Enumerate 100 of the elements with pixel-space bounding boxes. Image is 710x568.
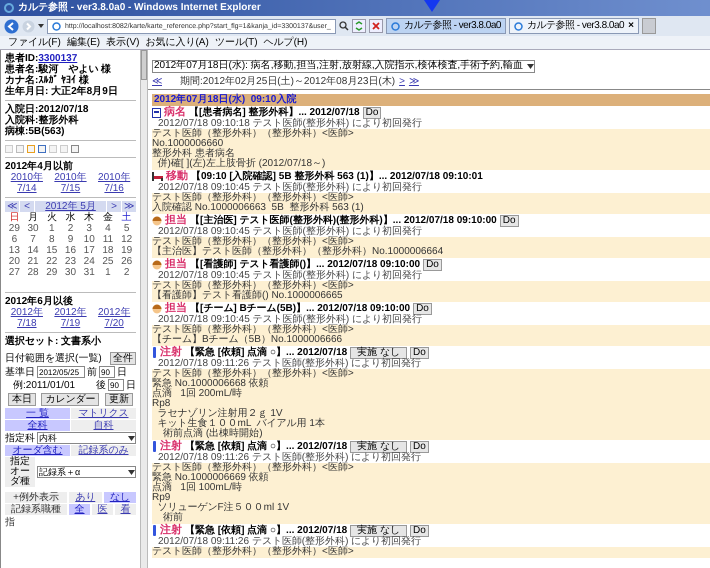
- date-link[interactable]: 2012年 7/18: [10, 307, 43, 329]
- menu-item[interactable]: ファイル(F): [8, 38, 61, 48]
- calendar-day[interactable]: 3: [80, 223, 99, 234]
- number-input[interactable]: 90: [108, 379, 124, 391]
- calendar-day[interactable]: 2: [61, 223, 80, 234]
- calendar-day[interactable]: 22: [42, 256, 62, 267]
- view-toggle[interactable]: 記録系のみ: [71, 445, 136, 456]
- calendar-day[interactable]: 17: [80, 245, 99, 256]
- period-nav[interactable]: ≫: [408, 76, 419, 88]
- calendar-day[interactable]: 30: [61, 267, 80, 278]
- calendar-day[interactable]: 30: [24, 223, 42, 234]
- calendar-day[interactable]: 19: [117, 245, 136, 256]
- calendar-day[interactable]: 25: [98, 256, 118, 267]
- entry-button[interactable]: Do: [362, 106, 382, 118]
- menu-item[interactable]: ヘルプ(H): [264, 38, 308, 48]
- calendar-day[interactable]: 27: [5, 267, 24, 278]
- calendar-day[interactable]: 18: [98, 245, 118, 256]
- calendar-day[interactable]: 13: [5, 245, 24, 256]
- view-toggle[interactable]: マトリクス: [71, 408, 136, 419]
- calendar-day[interactable]: 4: [98, 223, 118, 234]
- patient-id-link[interactable]: 3300137: [38, 53, 78, 64]
- view-toggle[interactable]: 全: [69, 504, 90, 515]
- period-nav[interactable]: ≪: [152, 76, 162, 88]
- view-toggle[interactable]: 全科: [5, 420, 70, 431]
- calendar-day[interactable]: 14: [24, 245, 42, 256]
- view-toggle[interactable]: 看: [115, 504, 136, 515]
- calendar-day[interactable]: 28: [24, 267, 42, 278]
- date-link[interactable]: 2010年 7/15: [54, 172, 87, 194]
- calendar-day[interactable]: 20: [5, 256, 24, 267]
- menu-item[interactable]: ツール(T): [214, 38, 258, 48]
- category-label: 注射: [160, 347, 182, 358]
- calendar-day[interactable]: 31: [80, 267, 99, 278]
- close-icon[interactable]: ×: [628, 21, 634, 31]
- entry-button[interactable]: 実施 なし: [350, 524, 407, 536]
- calendar-day[interactable]: 8: [42, 234, 62, 245]
- browser-tab[interactable]: カルテ参照 - ver3.8.0a0 ×: [508, 18, 639, 34]
- view-toggle[interactable]: オーダ含む: [5, 445, 70, 456]
- calendar-nav[interactable]: ≪: [5, 201, 19, 212]
- calendar-day[interactable]: 11: [98, 234, 118, 245]
- calendar-day[interactable]: 10: [80, 234, 99, 245]
- date-input[interactable]: 2012/05/25: [37, 366, 85, 378]
- calendar-day[interactable]: 26: [117, 256, 136, 267]
- calendar-day[interactable]: 6: [5, 234, 24, 245]
- calendar-day[interactable]: 29: [5, 223, 24, 234]
- menu-item[interactable]: 表示(V): [106, 38, 140, 48]
- entry-button[interactable]: Do: [413, 302, 432, 314]
- entry-button[interactable]: Do: [423, 258, 442, 270]
- order-type-select[interactable]: 記録系＋α: [37, 466, 136, 478]
- date-link[interactable]: 2010年 7/14: [10, 172, 43, 194]
- calendar-day[interactable]: 29: [42, 267, 62, 278]
- calendar-day[interactable]: 16: [61, 245, 80, 256]
- view-toggle[interactable]: あり: [69, 492, 102, 503]
- entry-button[interactable]: 実施 なし: [350, 346, 407, 358]
- calendar-day[interactable]: 23: [61, 256, 80, 267]
- date-link[interactable]: 2012年 7/20: [98, 307, 130, 329]
- entry-button[interactable]: Do: [410, 524, 429, 536]
- entry-button[interactable]: Do: [500, 214, 519, 226]
- calendar-day[interactable]: 12: [117, 234, 136, 245]
- view-toggle[interactable]: 医: [92, 504, 113, 515]
- view-toggle[interactable]: 一 覧: [5, 408, 70, 419]
- calendar-day[interactable]: 7: [24, 234, 42, 245]
- filter-select[interactable]: 2012年07月18日(水): 病名,移動,担当,注射,放射線,入院指示,検体検査,手術予約,輸血: [152, 60, 535, 72]
- menu-item[interactable]: お気に入り(A): [145, 38, 209, 48]
- entry-button[interactable]: 実施 なし: [350, 440, 407, 452]
- menu-item[interactable]: 編集(E): [66, 38, 100, 48]
- entry-button[interactable]: Do: [410, 440, 429, 452]
- entry-title: 【09:10 [入院確認] 5B 整形外科 563 (1)】... 2012/07/18 09:10:01: [191, 172, 483, 182]
- calendar-nav[interactable]: <: [20, 201, 34, 212]
- action-button[interactable]: 更新: [105, 393, 134, 406]
- all-button[interactable]: 全件: [110, 352, 136, 365]
- dropdown-caret-icon[interactable]: [38, 24, 44, 28]
- calendar-day[interactable]: 5: [117, 223, 136, 234]
- calendar-day[interactable]: 1: [42, 223, 62, 234]
- calendar-day[interactable]: 21: [24, 256, 42, 267]
- stop-icon[interactable]: [368, 19, 383, 33]
- department-select[interactable]: 内科: [37, 432, 136, 444]
- action-button[interactable]: 本日: [8, 393, 36, 406]
- scrollbar[interactable]: [140, 50, 148, 568]
- search-icon[interactable]: [338, 21, 349, 31]
- calendar-day[interactable]: 15: [42, 245, 62, 256]
- number-input[interactable]: 90: [99, 366, 115, 378]
- calendar-day[interactable]: 2: [117, 267, 136, 278]
- entry-line: 併)確[ ](左)左上肢骨折 (2012/07/18～): [156, 159, 326, 169]
- date-link[interactable]: 2012年 7/19: [54, 307, 87, 329]
- new-tab-button[interactable]: [642, 18, 656, 34]
- calendar-month[interactable]: 2012年 5月: [35, 201, 106, 212]
- date-link[interactable]: 2010年 7/16: [98, 172, 130, 194]
- action-button[interactable]: カレンダー: [41, 393, 100, 406]
- calendar-nav[interactable]: >: [107, 201, 121, 212]
- browser-tab[interactable]: カルテ参照 - ver3.8.0a0: [386, 18, 506, 34]
- period-nav[interactable]: >: [399, 76, 405, 88]
- view-toggle[interactable]: 自科: [71, 420, 136, 431]
- calendar-day[interactable]: 24: [80, 256, 99, 267]
- entry-button[interactable]: Do: [410, 346, 429, 358]
- calendar-day[interactable]: 9: [61, 234, 80, 245]
- view-toggle[interactable]: なし: [104, 492, 136, 503]
- calendar-nav[interactable]: ≫: [122, 201, 136, 212]
- calendar-day[interactable]: 1: [98, 267, 118, 278]
- back-icon[interactable]: [4, 18, 19, 34]
- field-label: +例外表示: [5, 492, 67, 503]
